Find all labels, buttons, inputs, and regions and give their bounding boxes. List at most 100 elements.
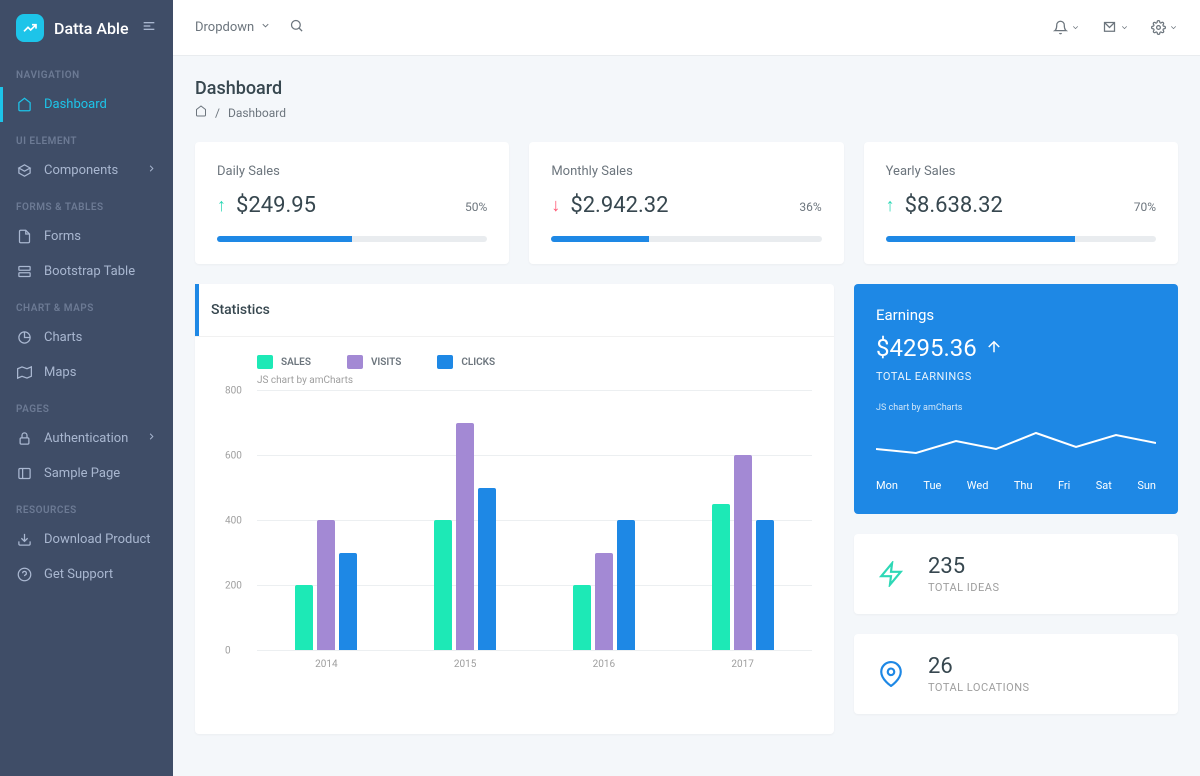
x-tick: 2016	[593, 659, 615, 670]
file-icon	[16, 229, 32, 244]
bar-group	[434, 423, 496, 651]
chevron-right-icon	[146, 431, 157, 446]
bar[interactable]	[595, 553, 613, 651]
bar[interactable]	[456, 423, 474, 651]
bar[interactable]	[734, 455, 752, 650]
server-icon	[16, 264, 32, 279]
stat-label: TOTAL IDEAS	[928, 581, 999, 594]
search-icon[interactable]	[289, 18, 304, 37]
nav-item-charts[interactable]: Charts	[0, 320, 173, 355]
statistics-chart: 0200400600800 2014201520162017	[217, 390, 812, 670]
messages-icon[interactable]	[1102, 20, 1129, 35]
legend-swatch	[437, 355, 453, 369]
sales-label: Yearly Sales	[886, 164, 1156, 179]
nav-item-bootstrap-table[interactable]: Bootstrap Table	[0, 254, 173, 289]
sales-card: Yearly Sales ↑ $8.638.32 70%	[864, 142, 1178, 264]
progress-bar	[217, 236, 487, 242]
sidebar-toggle-icon[interactable]	[141, 18, 157, 38]
day-label: Tue	[923, 479, 941, 492]
settings-icon[interactable]	[1151, 20, 1178, 35]
breadcrumb-current: Dashboard	[228, 106, 286, 120]
bar[interactable]	[573, 585, 591, 650]
bar[interactable]	[756, 520, 774, 650]
nav-item-maps[interactable]: Maps	[0, 355, 173, 390]
nav-section-label: RESOURCES	[0, 491, 173, 522]
day-label: Sat	[1096, 479, 1112, 492]
nav-item-label: Get Support	[44, 567, 113, 582]
sales-amount: $8.638.32	[905, 193, 1003, 218]
home-icon[interactable]	[195, 105, 207, 120]
arrow-up-icon: ↑	[886, 195, 895, 216]
day-label: Sun	[1137, 479, 1156, 492]
nav: NAVIGATION Dashboard UI ELEMENT Componen…	[0, 56, 173, 592]
nav-item-label: Dashboard	[44, 97, 107, 112]
brand[interactable]: Datta Able	[0, 0, 173, 56]
nav-section-label: NAVIGATION	[0, 56, 173, 87]
box-icon	[16, 163, 32, 178]
progress-bar	[886, 236, 1156, 242]
earnings-sparkline	[876, 421, 1156, 461]
stat-number: 235	[928, 554, 999, 579]
nav-item-sample-page[interactable]: Sample Page	[0, 456, 173, 491]
brand-label: Datta Able	[54, 19, 129, 38]
nav-section-label: UI ELEMENT	[0, 122, 173, 153]
nav-item-components[interactable]: Components	[0, 153, 173, 188]
nav-item-label: Sample Page	[44, 466, 120, 481]
stat-card: 235 TOTAL IDEAS	[854, 534, 1178, 614]
map-icon	[16, 365, 32, 380]
nav-item-label: Bootstrap Table	[44, 264, 135, 279]
y-tick: 200	[225, 581, 242, 592]
bar[interactable]	[712, 504, 730, 650]
legend-item[interactable]: SALES	[257, 355, 311, 369]
sales-card: Monthly Sales ↓ $2.942.32 36%	[529, 142, 843, 264]
nav-item-dashboard[interactable]: Dashboard	[0, 87, 173, 122]
x-tick: 2015	[454, 659, 476, 670]
nav-item-label: Authentication	[44, 431, 128, 446]
sales-pct: 50%	[465, 200, 487, 214]
legend-swatch	[347, 355, 363, 369]
earnings-amount: $4295.36	[876, 334, 977, 362]
nav-item-label: Maps	[44, 365, 76, 380]
arrow-up-icon	[985, 334, 1003, 362]
nav-item-download-product[interactable]: Download Product	[0, 522, 173, 557]
notifications-icon[interactable]	[1053, 20, 1080, 35]
chevron-down-icon	[260, 20, 271, 35]
help-icon	[16, 567, 32, 582]
bar-group	[573, 520, 635, 650]
bar[interactable]	[339, 553, 357, 651]
earnings-note: JS chart by amCharts	[876, 403, 1156, 413]
earnings-card: Earnings $4295.36 TOTAL EARNINGS JS char…	[854, 284, 1178, 514]
earnings-title: Earnings	[876, 306, 1156, 324]
sales-label: Monthly Sales	[551, 164, 821, 179]
bar[interactable]	[434, 520, 452, 650]
y-tick: 400	[225, 516, 242, 527]
bar[interactable]	[317, 520, 335, 650]
bar[interactable]	[617, 520, 635, 650]
page-header: Dashboard / Dashboard	[195, 78, 1178, 120]
day-label: Mon	[876, 479, 898, 492]
nav-item-get-support[interactable]: Get Support	[0, 557, 173, 592]
y-tick: 800	[225, 386, 242, 397]
pie-icon	[16, 330, 32, 345]
nav-item-forms[interactable]: Forms	[0, 219, 173, 254]
earnings-sub: TOTAL EARNINGS	[876, 370, 1156, 383]
home-icon	[16, 97, 32, 112]
nav-item-authentication[interactable]: Authentication	[0, 421, 173, 456]
statistics-card: Statistics SALES VISITS CLICKS JS chart …	[195, 284, 834, 734]
legend-label: SALES	[281, 357, 311, 368]
nav-item-label: Download Product	[44, 532, 151, 547]
bar[interactable]	[478, 488, 496, 651]
dropdown-menu[interactable]: Dropdown	[195, 20, 271, 35]
pin-icon	[874, 657, 908, 691]
brand-icon	[16, 14, 44, 42]
bar[interactable]	[295, 585, 313, 650]
page-title: Dashboard	[195, 78, 1178, 99]
sidebar: Datta Able NAVIGATION Dashboard UI ELEME…	[0, 0, 173, 776]
stat-card: 26 TOTAL LOCATIONS	[854, 634, 1178, 714]
bar-group	[712, 455, 774, 650]
nav-section-label: CHART & MAPS	[0, 289, 173, 320]
legend-label: VISITS	[371, 357, 401, 368]
legend-swatch	[257, 355, 273, 369]
legend-item[interactable]: CLICKS	[437, 355, 495, 369]
legend-item[interactable]: VISITS	[347, 355, 401, 369]
